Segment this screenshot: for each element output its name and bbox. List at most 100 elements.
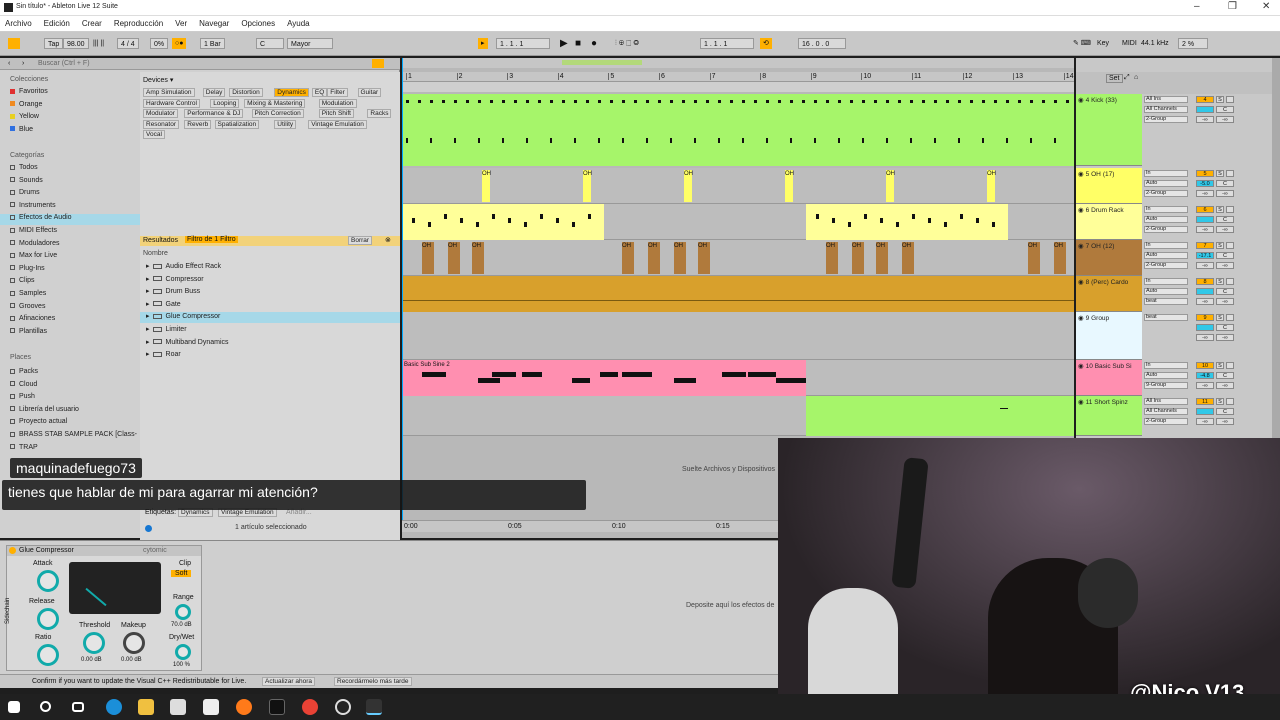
arm-button[interactable]: [1226, 278, 1234, 285]
input-channel-select[interactable]: All Channels: [1144, 106, 1188, 113]
follow-icon[interactable]: ▸: [478, 38, 488, 49]
track-header[interactable]: ◉ 10 Basic Sub Si: [1076, 360, 1142, 396]
input-channel-select[interactable]: All Channels: [1144, 408, 1188, 415]
sidebar-item-category[interactable]: Todos: [0, 164, 140, 175]
track-activator-icon[interactable]: ◉: [1078, 207, 1084, 214]
loop-length[interactable]: 16 . 0 . 0: [798, 38, 846, 49]
expand-arrow-icon[interactable]: ▸: [146, 276, 150, 283]
arm-button[interactable]: [1226, 398, 1234, 405]
track-header[interactable]: ◉ 6 Drum Rack: [1076, 204, 1142, 240]
tag-filter[interactable]: Utility: [274, 119, 297, 129]
pan-field[interactable]: C: [1216, 408, 1234, 415]
audio-clip[interactable]: OH: [902, 242, 914, 274]
volume-field[interactable]: -5.0: [1196, 180, 1214, 187]
result-item[interactable]: ▸ Audio Effect Rack: [140, 262, 400, 273]
range-knob[interactable]: [175, 604, 191, 620]
solo-button[interactable]: S: [1216, 96, 1224, 103]
tag-filter[interactable]: Performance & DJ: [184, 109, 244, 118]
audio-clip[interactable]: OH: [684, 170, 693, 202]
sidebar-item-category[interactable]: Samples: [0, 290, 140, 301]
soft-clip-button[interactable]: Soft: [171, 570, 192, 577]
track-activator-icon[interactable]: ◉: [1078, 97, 1084, 104]
menu-navegar[interactable]: Navegar: [199, 19, 229, 28]
footer-tag-add[interactable]: Añadir...: [286, 509, 312, 516]
arm-button[interactable]: [1226, 362, 1234, 369]
send-b-field[interactable]: -∞: [1216, 116, 1234, 123]
audio-clip[interactable]: OH: [622, 242, 634, 274]
track-number-button[interactable]: 8: [1196, 278, 1214, 285]
tag-filter[interactable]: Spatialization: [214, 119, 260, 129]
tag-filter[interactable]: Modulator: [143, 109, 178, 118]
track-activator-icon[interactable]: ◉: [1078, 279, 1084, 286]
pan-field[interactable]: C: [1216, 372, 1234, 379]
volume-field[interactable]: -4.8: [1196, 372, 1214, 379]
solo-button[interactable]: S: [1216, 362, 1224, 369]
collection-item[interactable]: Orange: [10, 101, 42, 108]
send-a-field[interactable]: -∞: [1196, 382, 1214, 389]
track-number-button[interactable]: 10: [1196, 362, 1214, 369]
result-item[interactable]: ▸ Compressor: [140, 275, 400, 286]
volume-field[interactable]: [1196, 324, 1214, 331]
track-number-button[interactable]: 11: [1196, 398, 1214, 405]
collection-item[interactable]: Blue: [10, 126, 33, 133]
expand-arrow-icon[interactable]: ▸: [146, 313, 150, 320]
drywet-knob[interactable]: [175, 644, 191, 660]
tag-filter[interactable]: EQ: [311, 88, 328, 97]
tag-filter[interactable]: Looping: [210, 98, 240, 108]
send-b-field[interactable]: -∞: [1216, 382, 1234, 389]
sidebar-item-category[interactable]: Sounds: [0, 177, 140, 188]
release-knob[interactable]: [37, 608, 59, 630]
expand-arrow-icon[interactable]: ▸: [146, 351, 150, 358]
close-filter-icon[interactable]: ⊗: [385, 236, 391, 244]
song-position[interactable]: 1 . 1 . 1: [496, 38, 550, 49]
track-number-button[interactable]: 9: [1196, 314, 1214, 321]
input-channel-select[interactable]: Auto: [1144, 180, 1188, 187]
track-lane[interactable]: [402, 396, 1074, 436]
tempo-field[interactable]: 98.00: [63, 38, 89, 49]
solo-button[interactable]: S: [1216, 278, 1224, 285]
sidebar-item-place[interactable]: TRAP: [10, 444, 38, 451]
track-number-button[interactable]: 6: [1196, 206, 1214, 213]
result-item[interactable]: ▸ Limiter: [140, 325, 400, 336]
input-channel-select[interactable]: Auto: [1144, 288, 1188, 295]
tag-filter[interactable]: Resonator: [143, 119, 179, 129]
midi-map-button[interactable]: MIDI: [1119, 38, 1140, 49]
minimize-button[interactable]: –: [1194, 1, 1200, 12]
input-select[interactable]: All Ins: [1144, 398, 1188, 405]
back-icon[interactable]: ‹: [8, 60, 10, 67]
sidebar-item-place[interactable]: Proyecto actual: [10, 418, 67, 425]
audio-clip[interactable]: OH: [698, 242, 710, 274]
sidebar-item-place[interactable]: Librería del usuario: [10, 406, 79, 413]
audio-clip[interactable]: OH: [422, 242, 434, 274]
menu-archivo[interactable]: Archivo: [5, 19, 32, 28]
loop-icon[interactable]: ⟲: [760, 38, 772, 49]
input-select[interactable]: In: [1144, 206, 1188, 213]
tap-button[interactable]: Tap: [44, 38, 64, 49]
record-icon[interactable]: ●: [588, 38, 600, 49]
maximize-button[interactable]: ❐: [1228, 1, 1237, 12]
audio-clip[interactable]: OH: [826, 242, 838, 274]
menu-ayuda[interactable]: Ayuda: [287, 19, 310, 28]
output-select[interactable]: 2-Group: [1144, 262, 1188, 269]
overdub-icon[interactable]: ⫶ ⊕ ⬚ ◎: [612, 38, 642, 49]
track-number-button[interactable]: 4: [1196, 96, 1214, 103]
pan-field[interactable]: C: [1216, 106, 1234, 113]
track-activator-icon[interactable]: ◉: [1078, 171, 1084, 178]
tag-filter[interactable]: Modulation: [318, 98, 357, 108]
send-a-field[interactable]: -∞: [1196, 190, 1214, 197]
tag-filter[interactable]: Pitch Correction: [251, 109, 304, 118]
audio-clip[interactable]: OH: [785, 170, 794, 202]
volume-field[interactable]: -17.1: [1196, 252, 1214, 259]
solo-button[interactable]: S: [1216, 398, 1224, 405]
input-channel-select[interactable]: Auto: [1144, 372, 1188, 379]
input-select[interactable]: In: [1144, 362, 1188, 369]
menu-edicion[interactable]: Edición: [44, 19, 70, 28]
overview-strip[interactable]: [402, 58, 1074, 68]
send-a-field[interactable]: -∞: [1196, 226, 1214, 233]
audio-clip[interactable]: OH: [583, 170, 592, 202]
expand-arrow-icon[interactable]: ▸: [146, 301, 150, 308]
audio-clip[interactable]: OH: [1054, 242, 1066, 274]
collection-item[interactable]: Favoritos: [10, 88, 48, 95]
audio-clip[interactable]: OH: [852, 242, 864, 274]
track-lane[interactable]: OH OH OH OH OH OH: [402, 168, 1074, 204]
